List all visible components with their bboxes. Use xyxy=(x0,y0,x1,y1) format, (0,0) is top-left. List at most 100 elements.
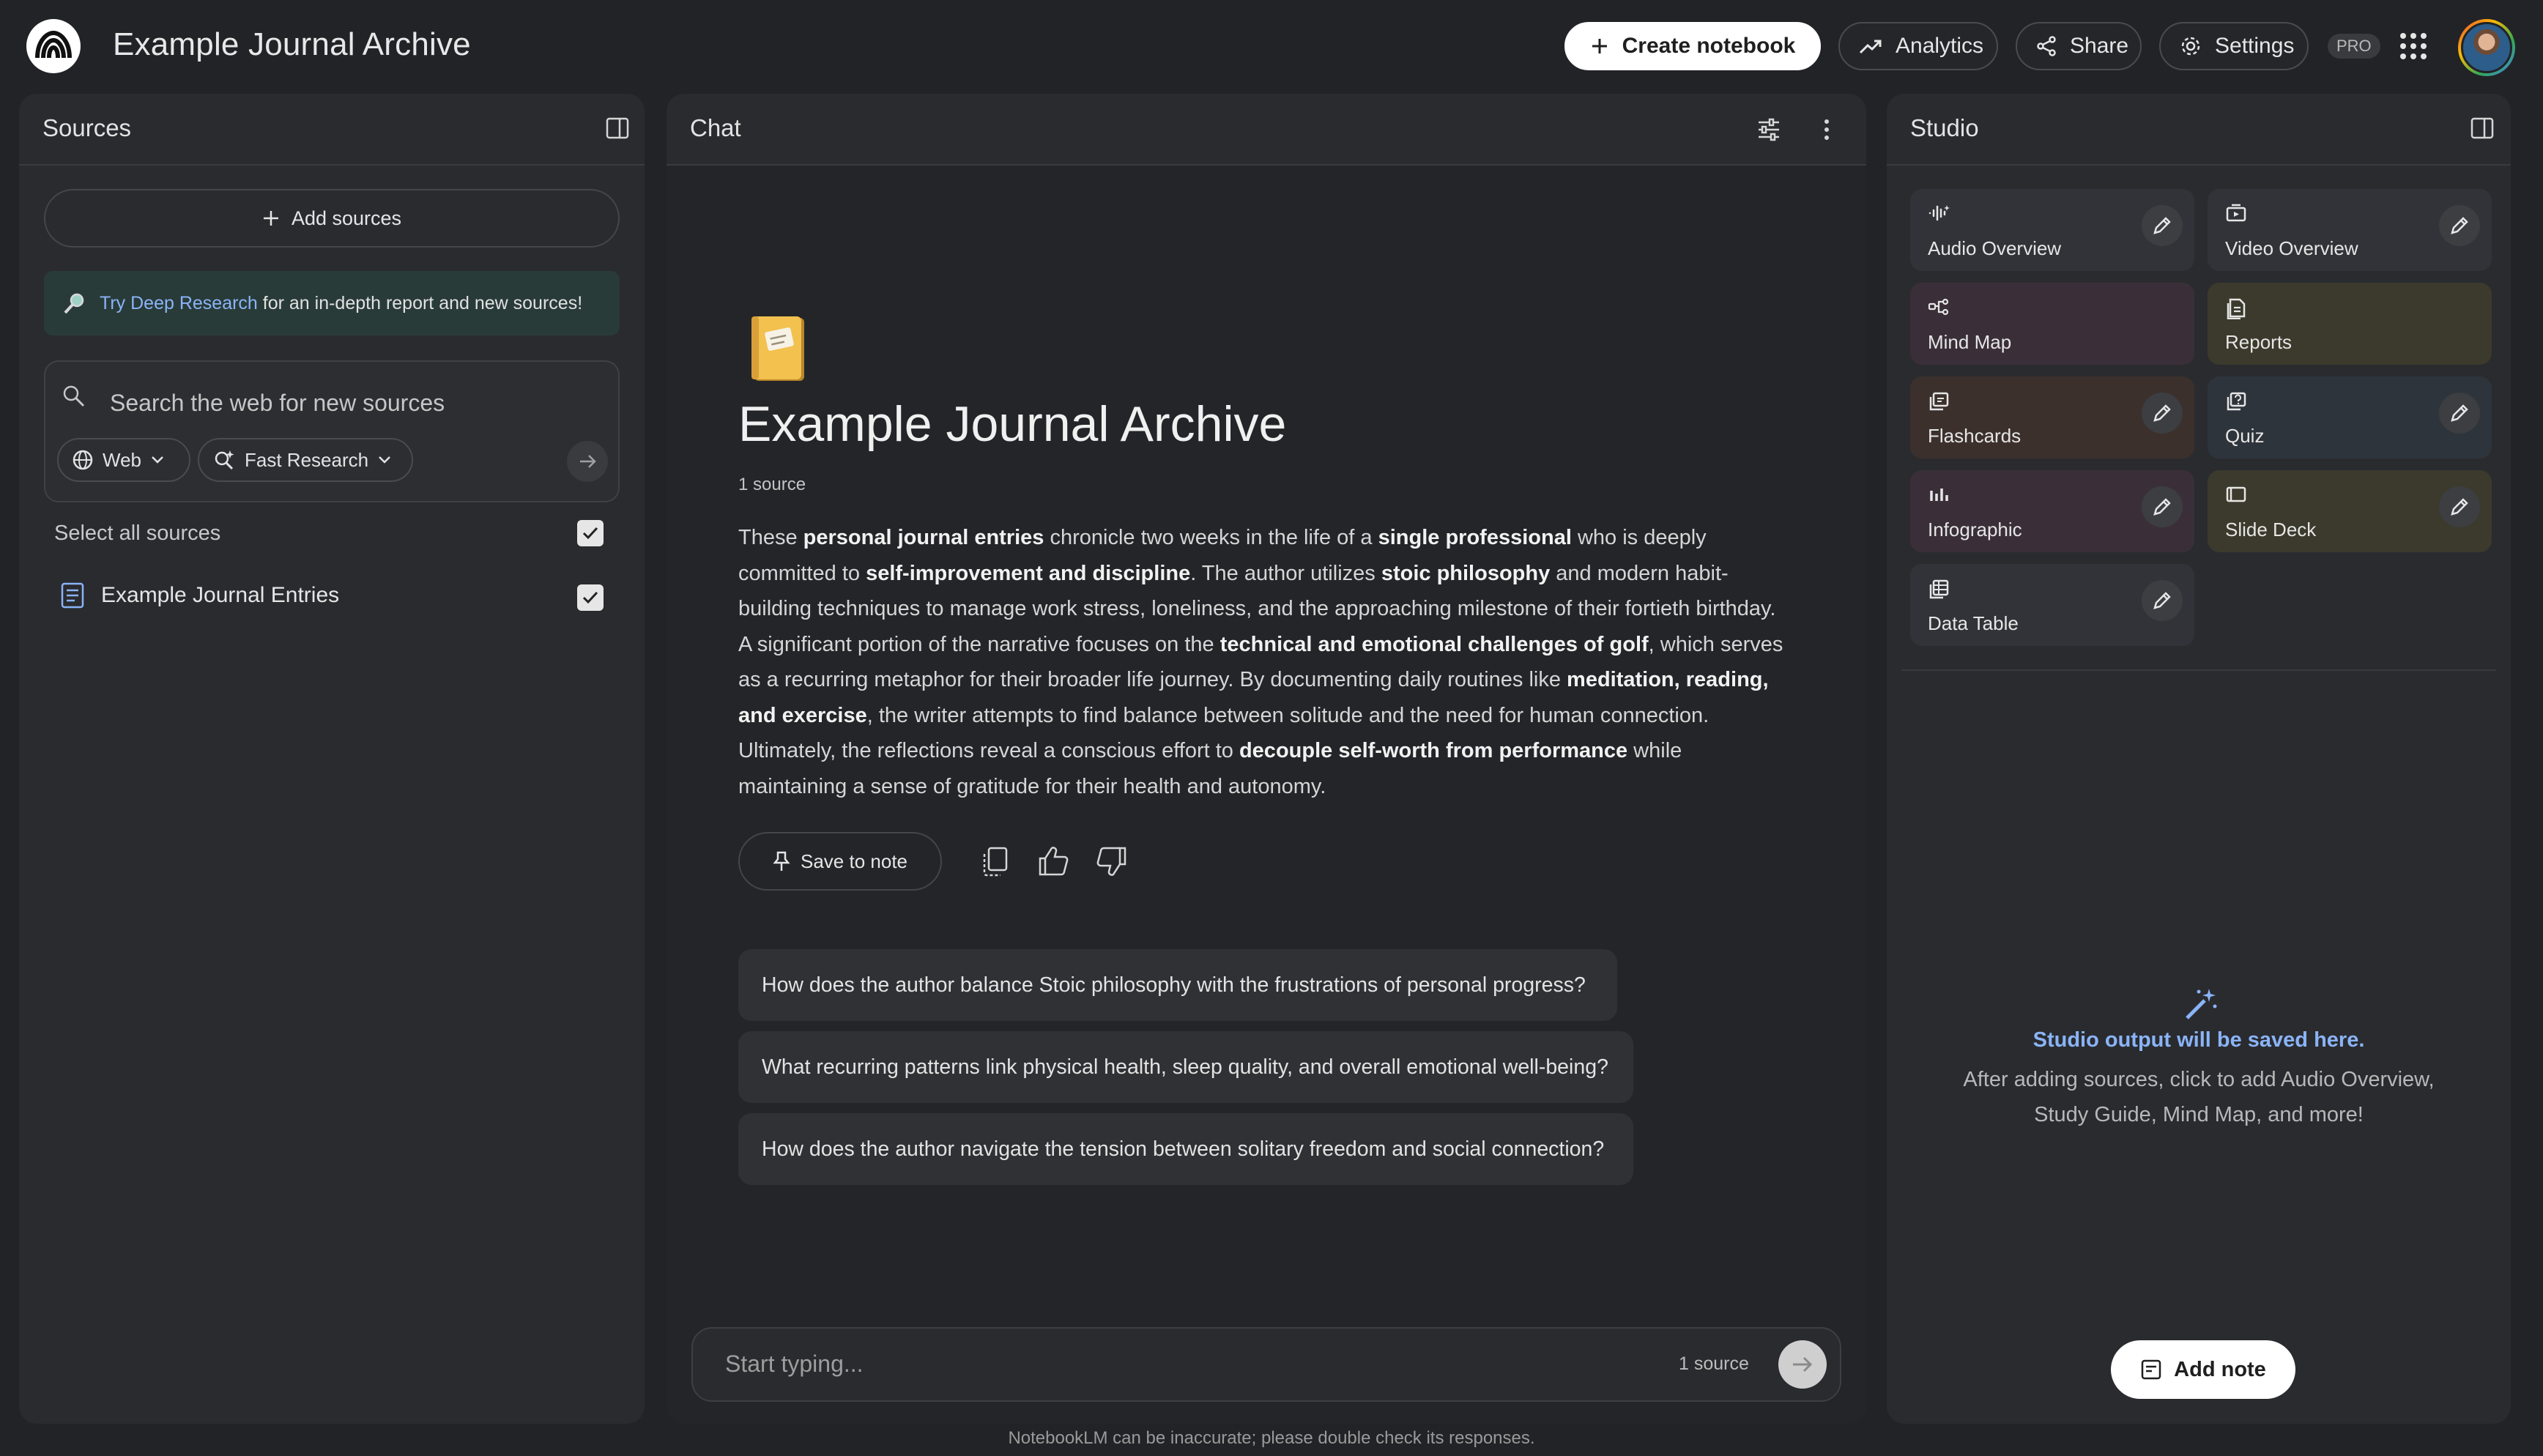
research-label: Fast Research xyxy=(245,448,369,471)
pencil-icon xyxy=(2151,590,2173,612)
studio-tile-reports[interactable]: Reports xyxy=(2208,283,2492,365)
edit-button[interactable] xyxy=(2142,486,2183,527)
flashcards-icon xyxy=(1928,391,1950,412)
select-all-label: Select all sources xyxy=(54,521,221,545)
sources-panel: Sources Add sources Try Deep Research fo… xyxy=(19,94,645,1424)
search-sparkle-icon xyxy=(212,448,236,472)
studio-tile-label: Quiz xyxy=(2225,425,2265,447)
more-vert-icon[interactable] xyxy=(1822,117,1831,142)
suggested-question[interactable]: What recurring patterns link physical he… xyxy=(738,1031,1633,1103)
source-count: 1 source xyxy=(738,475,806,494)
magic-wand-icon xyxy=(2183,986,2219,1022)
notebook-title: Example Journal Archive xyxy=(738,396,1287,452)
share-label: Share xyxy=(2070,34,2129,58)
reports-icon xyxy=(2225,297,2247,319)
studio-title: Studio xyxy=(1910,114,1979,141)
disclaimer: NotebookLM can be inaccurate; please dou… xyxy=(1008,1428,1535,1448)
studio-tile-label: Video Overview xyxy=(2225,237,2358,259)
deep-research-text: for an in-depth report and new sources! xyxy=(257,292,583,313)
infographic-icon xyxy=(1928,485,1950,504)
trending-up-icon xyxy=(1859,38,1882,54)
summary-text: . The author utilizes xyxy=(1190,561,1381,585)
studio-tile-label: Slide Deck xyxy=(2225,519,2317,541)
apps-grid-icon[interactable] xyxy=(2398,31,2429,62)
edit-button[interactable] xyxy=(2439,393,2480,434)
chat-panel: Chat Example Journal Archive 1 source Th… xyxy=(667,94,1866,1424)
document-icon xyxy=(60,582,85,609)
settings-button[interactable]: Settings xyxy=(2159,22,2309,70)
notebooklm-logo-icon xyxy=(35,30,72,59)
save-to-note-label: Save to note xyxy=(801,850,907,872)
chat-source-count: 1 source xyxy=(1679,1353,1749,1374)
arrow-right-icon xyxy=(577,451,598,472)
studio-empty-title: Studio output will be saved here. xyxy=(2032,1028,2365,1052)
suggested-question[interactable]: How does the author balance Stoic philos… xyxy=(738,949,1617,1021)
studio-tile-label: Infographic xyxy=(1928,519,2022,541)
edit-button[interactable] xyxy=(2439,486,2480,527)
analytics-button[interactable]: Analytics xyxy=(1838,22,1998,70)
add-sources-button[interactable]: Add sources xyxy=(44,189,620,248)
chat-input[interactable]: Start typing... xyxy=(725,1351,864,1378)
studio-tile-mind-map[interactable]: Mind Map xyxy=(1910,283,2194,365)
share-button[interactable]: Share xyxy=(2016,22,2142,70)
collapse-panel-icon[interactable] xyxy=(605,116,630,141)
summary-highlight: technical and emotional challenges of go… xyxy=(1219,632,1649,656)
settings-label: Settings xyxy=(2215,34,2295,58)
collapse-panel-icon[interactable] xyxy=(2470,116,2495,141)
pencil-icon xyxy=(2449,496,2470,518)
chat-input-box[interactable]: Start typing... 1 source xyxy=(691,1327,1841,1402)
app-logo[interactable] xyxy=(26,19,81,73)
source-item-label[interactable]: Example Journal Entries xyxy=(101,583,339,608)
search-input[interactable]: Search the web for new sources xyxy=(110,390,445,417)
pencil-icon xyxy=(2151,402,2173,424)
analytics-label: Analytics xyxy=(1896,34,1984,58)
deep-research-link[interactable]: Try Deep Research xyxy=(100,293,258,313)
thumbs-up-icon[interactable] xyxy=(1037,845,1069,877)
chevron-down-icon xyxy=(377,455,392,465)
create-notebook-button[interactable]: Create notebook xyxy=(1564,22,1821,70)
pro-badge: PRO xyxy=(2328,34,2380,59)
plus-icon xyxy=(1590,37,1609,56)
edit-button[interactable] xyxy=(2142,393,2183,434)
studio-tile-quiz[interactable]: Quiz xyxy=(2208,376,2492,458)
tune-icon[interactable] xyxy=(1756,117,1781,142)
user-avatar[interactable] xyxy=(2458,19,2515,76)
studio-tile-flashcards[interactable]: Flashcards xyxy=(1910,376,2194,458)
mind-map-icon xyxy=(1928,297,1950,316)
pencil-icon xyxy=(2151,215,2173,237)
deep-research-banner[interactable]: Try Deep Research for an in-depth report… xyxy=(44,271,620,335)
summary-text: These xyxy=(738,526,803,549)
arrow-right-icon xyxy=(1790,1352,1815,1377)
edit-button[interactable] xyxy=(2439,205,2480,246)
web-label: Web xyxy=(103,448,141,471)
create-notebook-label: Create notebook xyxy=(1622,34,1796,58)
studio-tile-label: Flashcards xyxy=(1928,425,2022,447)
save-to-note-button[interactable]: Save to note xyxy=(738,832,942,891)
select-all-checkbox[interactable] xyxy=(577,520,604,546)
suggested-question[interactable]: How does the author navigate the tension… xyxy=(738,1113,1633,1185)
research-mode-dropdown[interactable]: Fast Research xyxy=(198,438,413,482)
share-icon xyxy=(2036,36,2057,56)
search-submit-button[interactable] xyxy=(567,441,608,482)
studio-tile-video-overview[interactable]: Video Overview xyxy=(2208,189,2492,271)
studio-header: Studio xyxy=(1887,94,2511,166)
app-title: Example Journal Archive xyxy=(113,26,471,62)
source-item-checkbox[interactable] xyxy=(577,584,604,611)
summary-text: chronicle two weeks in the life of a xyxy=(1044,526,1378,549)
studio-tile-data-table[interactable]: Data Table xyxy=(1910,564,2194,646)
thumbs-down-icon[interactable] xyxy=(1096,845,1128,877)
edit-button[interactable] xyxy=(2142,205,2183,246)
studio-tile-slide-deck[interactable]: Slide Deck xyxy=(2208,470,2492,552)
sources-title: Sources xyxy=(42,114,132,141)
summary-highlight: personal journal entries xyxy=(803,526,1044,549)
studio-tile-audio-overview[interactable]: Audio Overview xyxy=(1910,189,2194,271)
web-dropdown[interactable]: Web xyxy=(57,438,190,482)
video-icon xyxy=(2225,204,2247,223)
add-note-button[interactable]: Add note xyxy=(2111,1340,2295,1399)
studio-tile-infographic[interactable]: Infographic xyxy=(1910,470,2194,552)
note-add-icon xyxy=(2140,1359,2162,1381)
copy-icon[interactable] xyxy=(980,845,1009,877)
send-button[interactable] xyxy=(1778,1340,1827,1389)
add-sources-label: Add sources xyxy=(291,207,402,229)
edit-button[interactable] xyxy=(2142,580,2183,621)
